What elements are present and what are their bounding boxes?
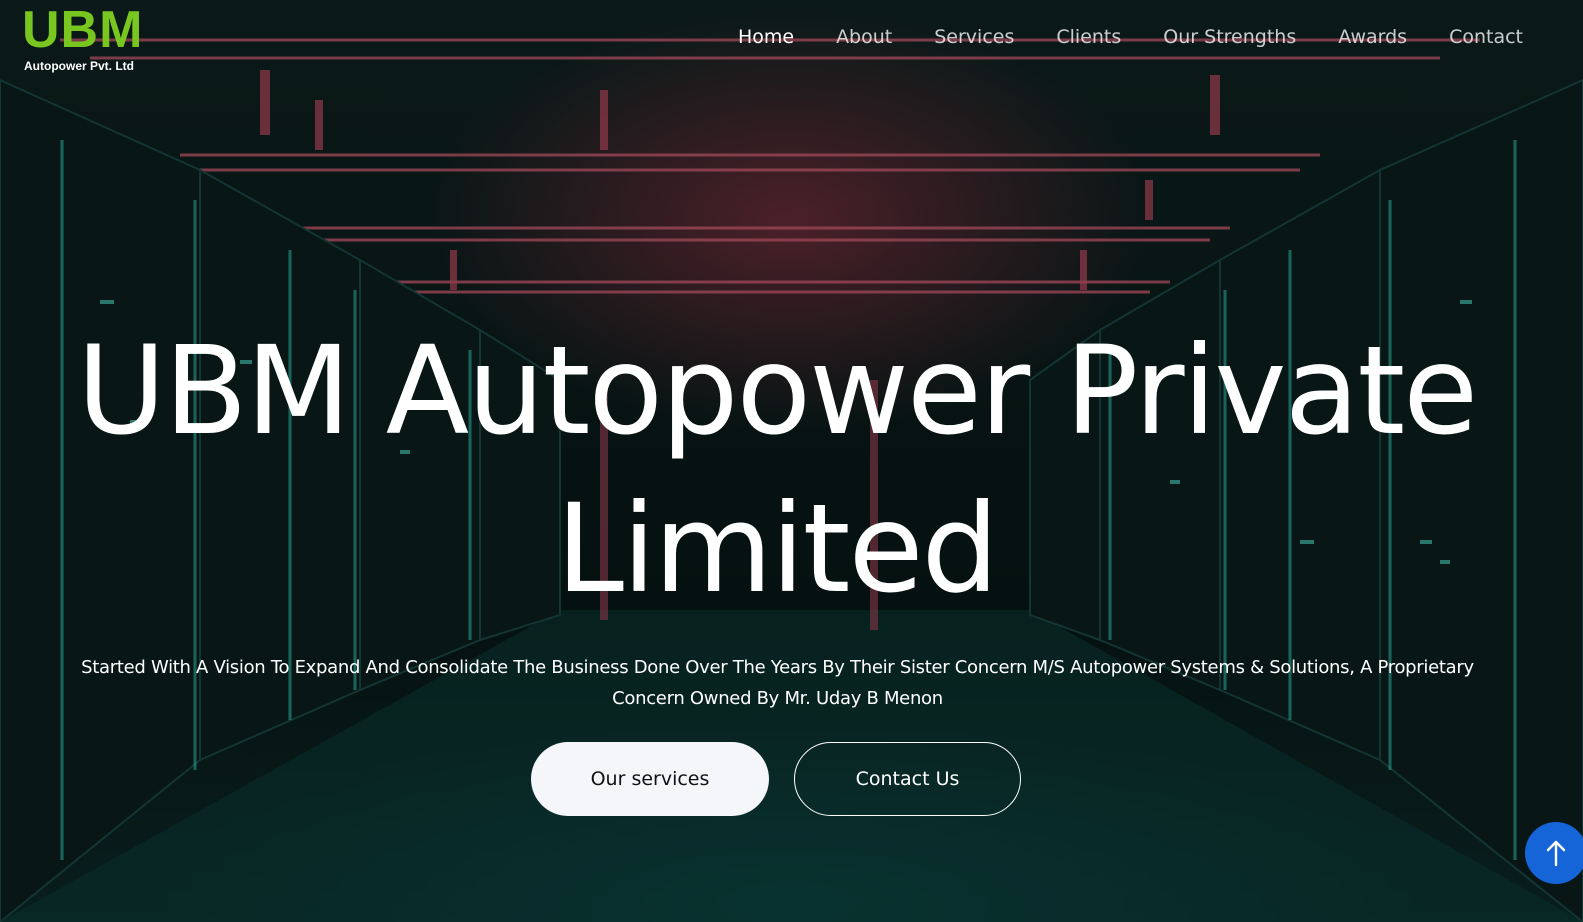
- nav-item-our-strengths[interactable]: Our Strengths: [1163, 26, 1296, 48]
- nav-item-contact[interactable]: Contact: [1449, 26, 1523, 48]
- nav-item-home[interactable]: Home: [738, 26, 794, 48]
- our-services-button[interactable]: Our services: [531, 742, 769, 816]
- page: UBM Autopower Pvt. Ltd Home About Servic…: [0, 0, 1583, 922]
- hero-description-line2: Concern Owned By Mr. Uday B Menon: [612, 688, 943, 709]
- logo-wordmark: UBM: [22, 1, 144, 59]
- main-navigation: Home About Services Clients Our Strength…: [696, 26, 1523, 48]
- hero-title: UBM Autopower Private Limited: [0, 312, 1553, 628]
- nav-item-clients[interactable]: Clients: [1056, 26, 1121, 48]
- nav-item-services[interactable]: Services: [934, 26, 1014, 48]
- hero-title-line1: UBM Autopower Private: [76, 320, 1478, 462]
- scroll-to-top-button[interactable]: [1525, 822, 1583, 884]
- hero-description-line1: Started With A Vision To Expand And Cons…: [81, 657, 1474, 678]
- arrow-up-icon: [1546, 840, 1566, 867]
- contact-us-button[interactable]: Contact Us: [794, 742, 1021, 816]
- hero-title-line2: Limited: [556, 478, 999, 620]
- hero-description: Started With A Vision To Expand And Cons…: [14, 652, 1541, 714]
- logo-tagline: Autopower Pvt. Ltd: [24, 59, 134, 73]
- nav-item-about[interactable]: About: [836, 26, 892, 48]
- brand-logo[interactable]: UBM Autopower Pvt. Ltd: [22, 1, 162, 73]
- nav-item-awards[interactable]: Awards: [1338, 26, 1407, 48]
